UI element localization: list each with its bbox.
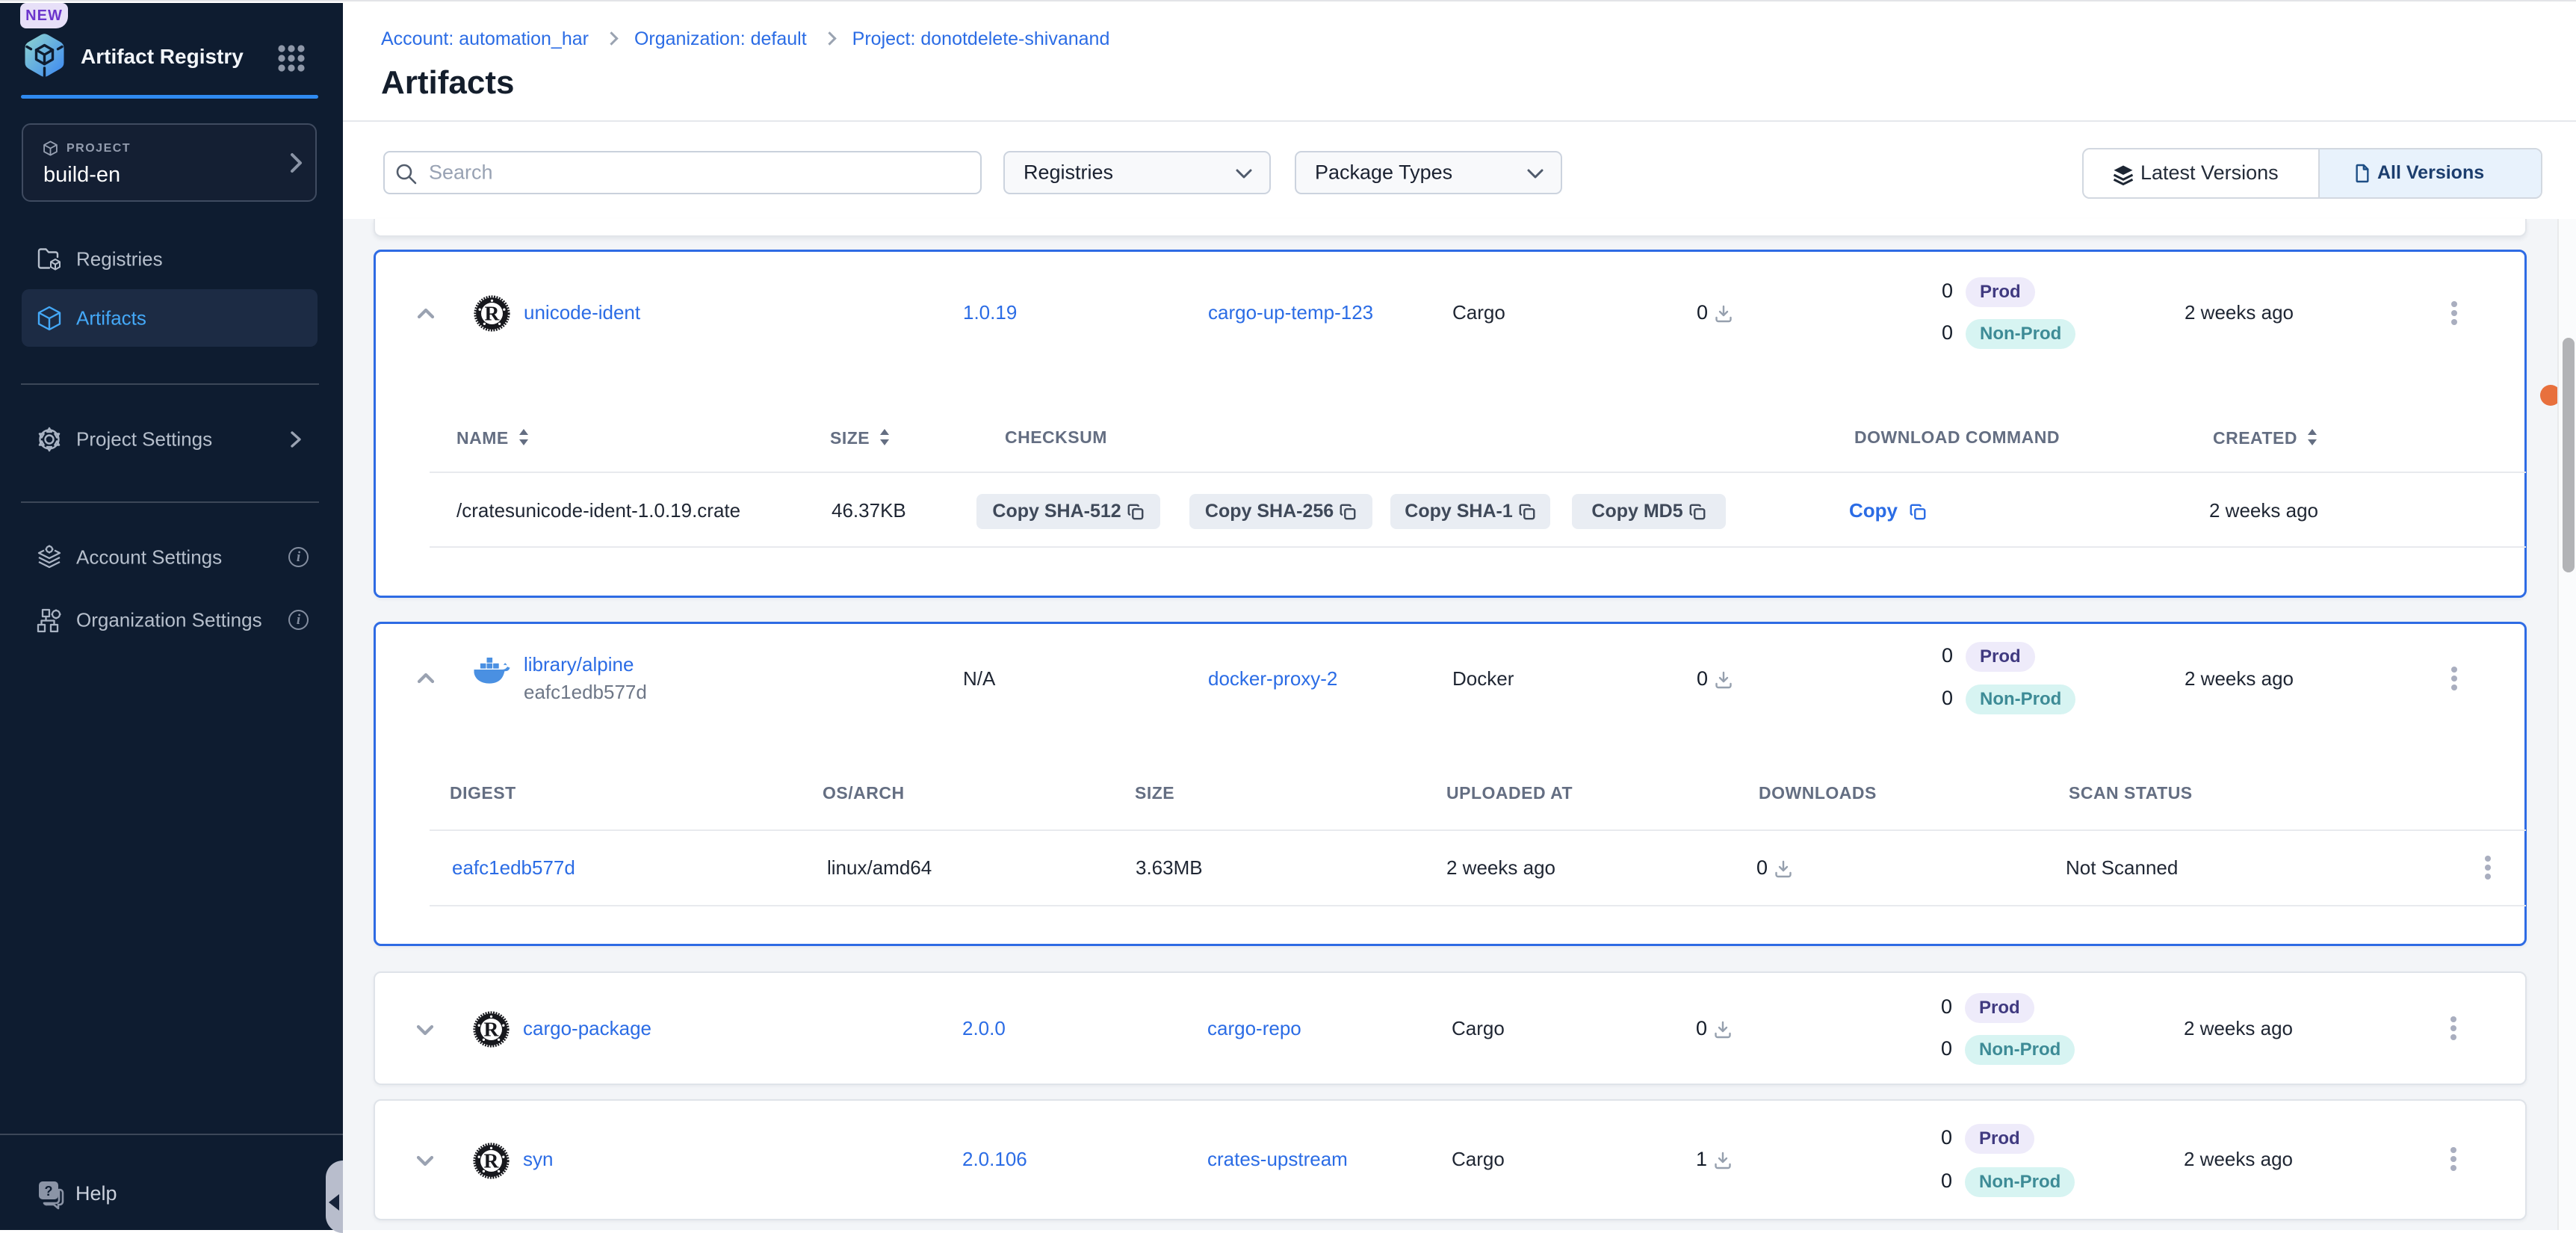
svg-text:?: ? xyxy=(45,1184,53,1199)
